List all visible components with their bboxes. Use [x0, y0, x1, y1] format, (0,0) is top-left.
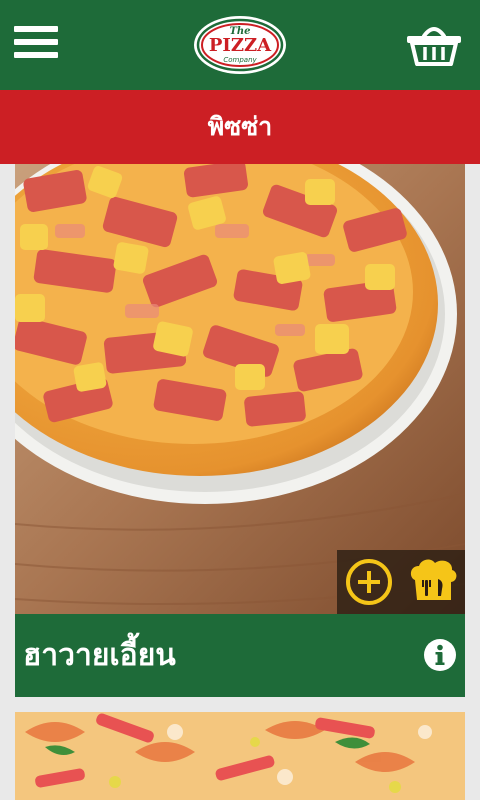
product-actions	[337, 550, 465, 614]
chef-hat-utensils-icon[interactable]	[407, 558, 459, 606]
seafood-pizza-photo[interactable]	[15, 712, 465, 800]
product-name: ฮาวายเอี้ยน	[23, 638, 176, 673]
category-title: พิซซ่า	[0, 90, 480, 164]
basket-icon[interactable]	[404, 20, 464, 68]
app-header: The PIZZA Company	[0, 0, 480, 90]
info-icon[interactable]	[423, 638, 457, 672]
pizza-company-logo[interactable]: The PIZZA Company	[193, 15, 287, 75]
product-card[interactable]	[15, 712, 465, 800]
plus-circle-icon[interactable]	[345, 558, 393, 606]
hawaiian-pizza-photo[interactable]	[15, 164, 465, 614]
logo-line2: PIZZA	[209, 35, 272, 56]
product-card[interactable]: ฮาวายเอี้ยน	[15, 164, 465, 697]
product-name-bar: ฮาวายเอี้ยน	[15, 614, 465, 697]
hamburger-menu-icon[interactable]	[14, 26, 58, 62]
logo-line3: Company	[223, 56, 257, 64]
